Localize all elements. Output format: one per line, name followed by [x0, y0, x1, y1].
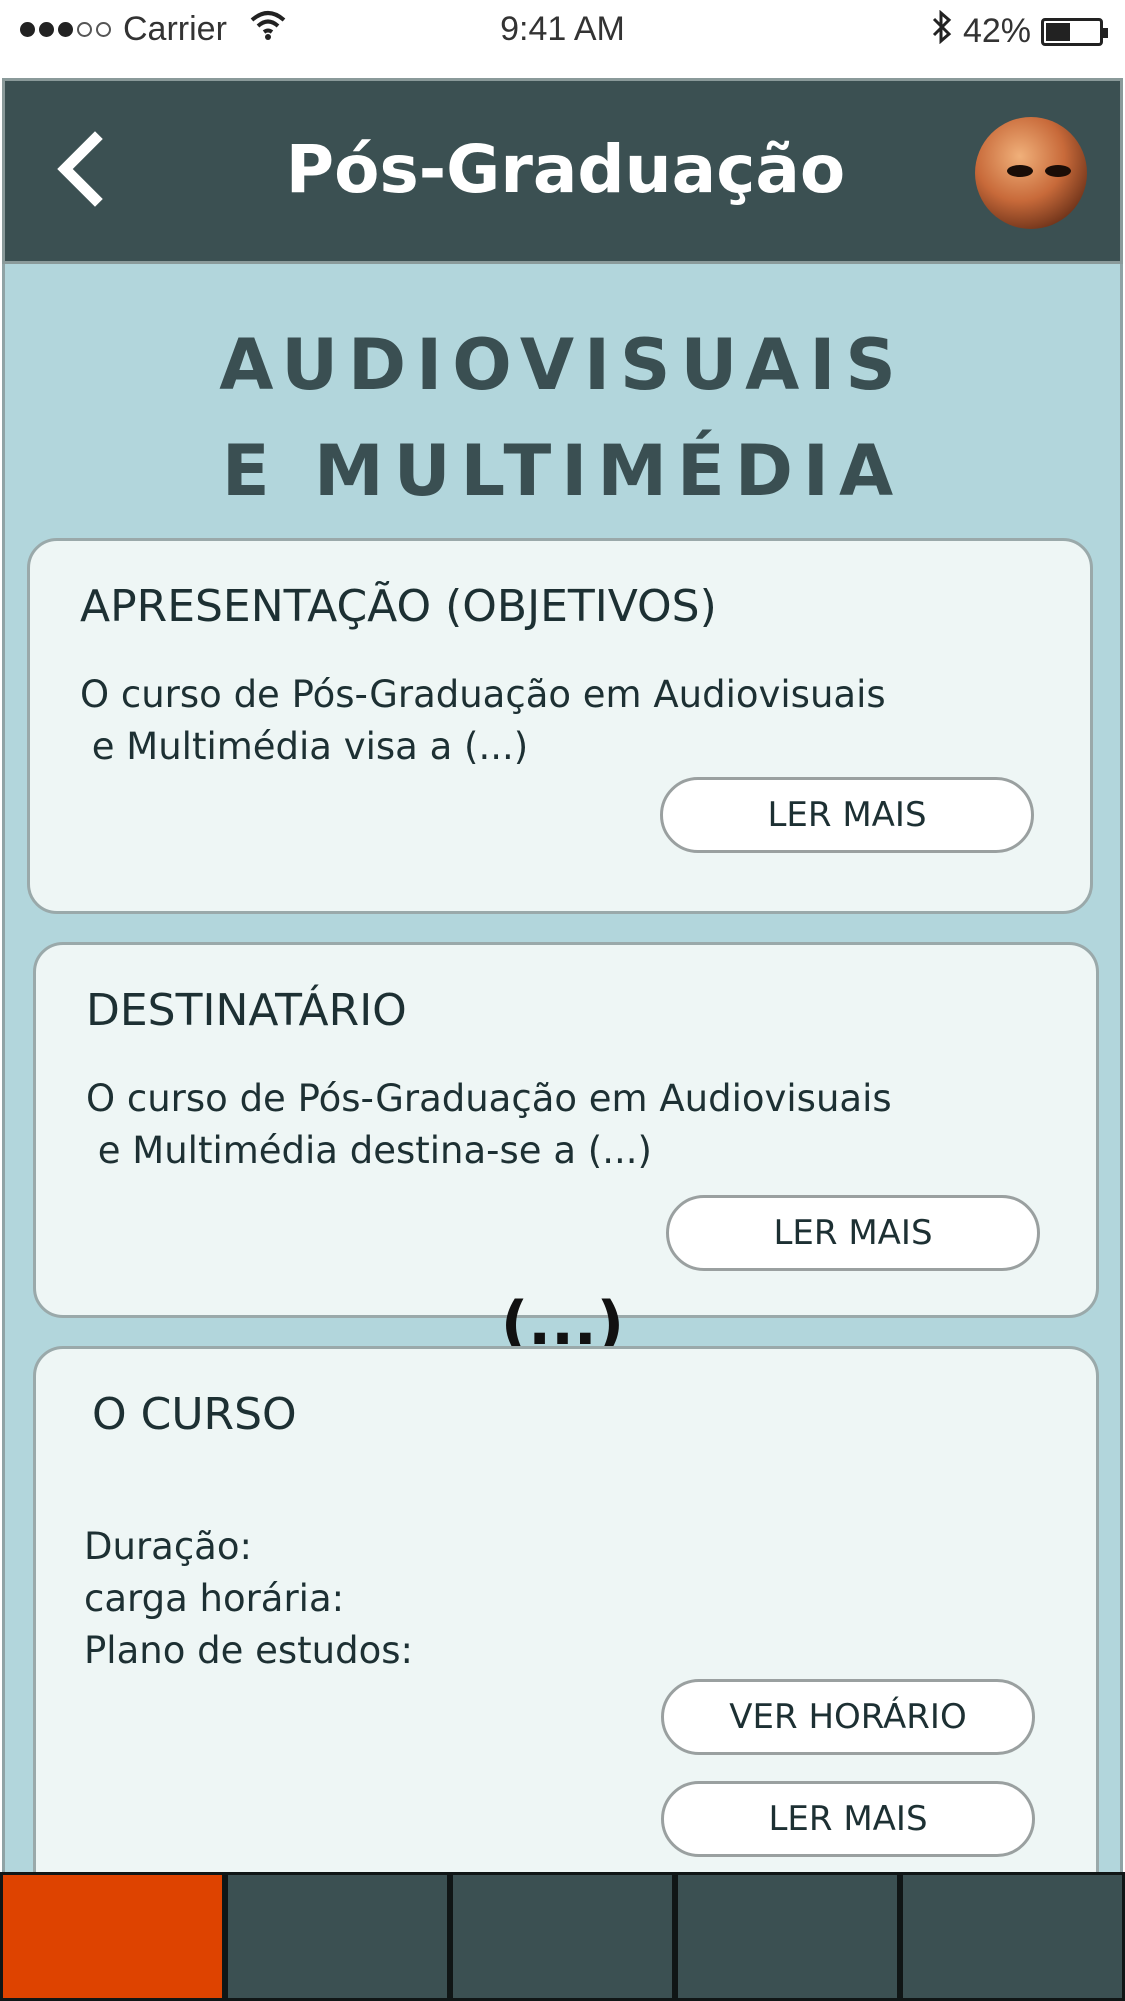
tab-4[interactable] — [675, 1872, 900, 2001]
card-title: O CURSO — [92, 1389, 297, 1440]
course-heading-line1: AUDIOVISUAIS — [219, 324, 906, 406]
card-title: DESTINATÁRIO — [86, 985, 407, 1036]
card-description-line1: O curso de Pós-Graduação em Audiovisuais — [80, 673, 886, 716]
battery-fill — [1046, 22, 1070, 41]
workload-label: carga horária: — [84, 1577, 345, 1620]
app-screen: Carrier 9:41 AM 42% Pós-Graduação AUDIOV… — [0, 0, 1125, 2001]
status-right: 42% — [931, 9, 1108, 53]
status-bar: Carrier 9:41 AM 42% — [0, 0, 1125, 78]
bottom-tab-bar — [0, 1872, 1125, 2001]
card-title: APRESENTAÇÃO (OBJETIVOS) — [80, 581, 717, 632]
battery-percent: 42% — [962, 12, 1031, 50]
page-title: Pós-Graduação — [285, 131, 846, 208]
avatar-eye-left — [1007, 165, 1033, 177]
card-description-line2: e Multimédia visa a (...) — [80, 725, 529, 768]
card-description-line2: e Multimédia destina-se a (...) — [86, 1129, 652, 1172]
course-heading-line2: E MULTIMÉDIA — [221, 430, 904, 512]
tab-1[interactable] — [0, 1872, 225, 2001]
card-o-curso: O CURSO Duração: carga horária: Plano de… — [33, 1346, 1099, 1946]
avatar[interactable] — [975, 117, 1087, 229]
study-plan-label: Plano de estudos: — [84, 1629, 413, 1672]
tab-2[interactable] — [225, 1872, 450, 2001]
content-area: AUDIOVISUAIS E MULTIMÉDIA APRESENTAÇÃO (… — [2, 264, 1123, 1946]
course-details: Duração: carga horária: Plano de estudos… — [84, 1521, 413, 1677]
card-description: O curso de Pós-Graduação em Audiovisuais… — [86, 1073, 892, 1177]
tab-5[interactable] — [900, 1872, 1125, 2001]
read-more-button[interactable]: LER MAIS — [661, 1781, 1035, 1857]
app-header: Pós-Graduação — [2, 78, 1123, 264]
tab-3[interactable] — [450, 1872, 675, 2001]
card-destinatario: DESTINATÁRIO O curso de Pós-Graduação em… — [33, 942, 1099, 1318]
card-description-line1: O curso de Pós-Graduação em Audiovisuais — [86, 1077, 892, 1120]
avatar-eye-right — [1045, 165, 1071, 177]
card-description: O curso de Pós-Graduação em Audiovisuais… — [80, 669, 886, 773]
read-more-button[interactable]: LER MAIS — [660, 777, 1034, 853]
bluetooth-icon — [931, 9, 953, 53]
battery-icon — [1041, 17, 1108, 46]
course-heading: AUDIOVISUAIS E MULTIMÉDIA — [5, 312, 1120, 524]
duration-label: Duração: — [84, 1525, 252, 1568]
read-more-button[interactable]: LER MAIS — [666, 1195, 1040, 1271]
view-schedule-button[interactable]: VER HORÁRIO — [661, 1679, 1035, 1755]
card-apresentacao: APRESENTAÇÃO (OBJETIVOS) O curso de Pós-… — [27, 538, 1093, 914]
